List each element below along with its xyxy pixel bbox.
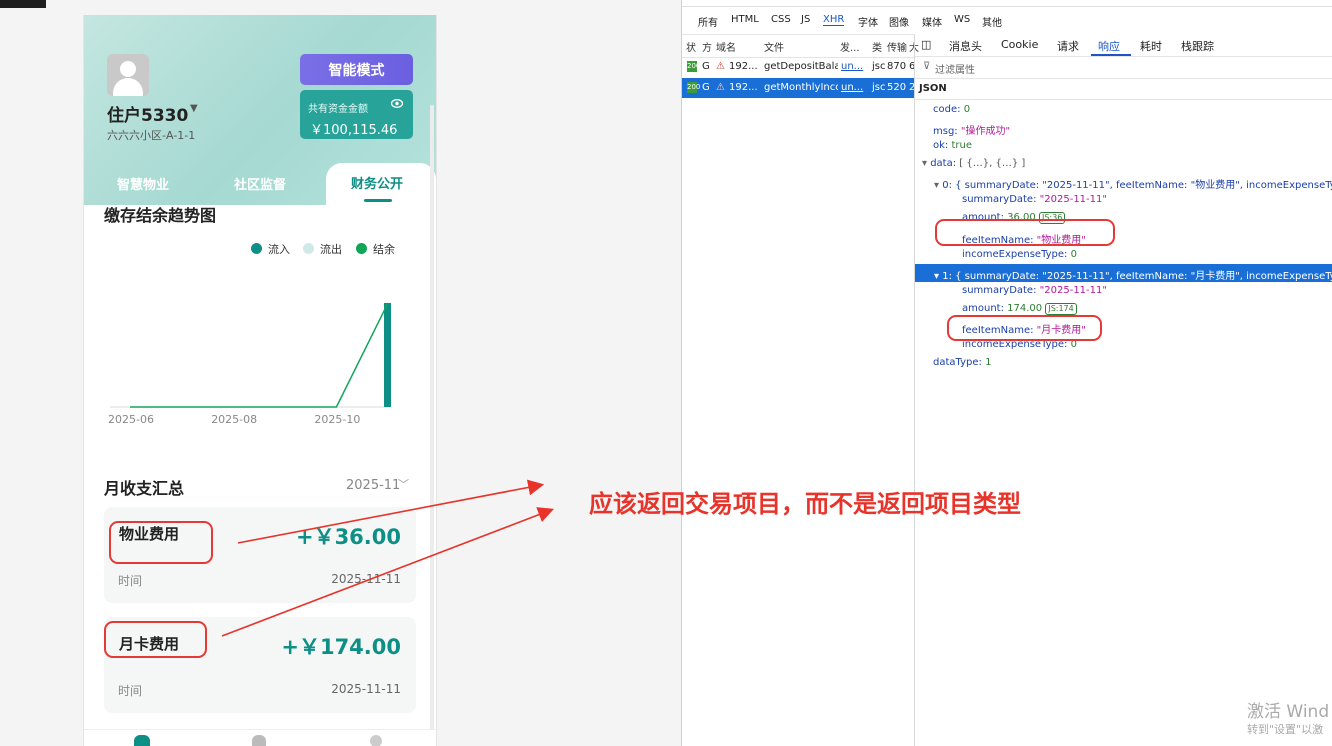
activation-watermark: 激活 Wind: [1247, 702, 1330, 722]
annotation-text: 应该返回交易项目，而不是返回项目类型: [589, 490, 1021, 518]
activation-watermark-hint: 转到"设置"以激: [1247, 723, 1324, 736]
arrow-1: [237, 479, 545, 544]
arrow-2: [221, 507, 554, 637]
annotation-arrows: [221, 479, 554, 637]
